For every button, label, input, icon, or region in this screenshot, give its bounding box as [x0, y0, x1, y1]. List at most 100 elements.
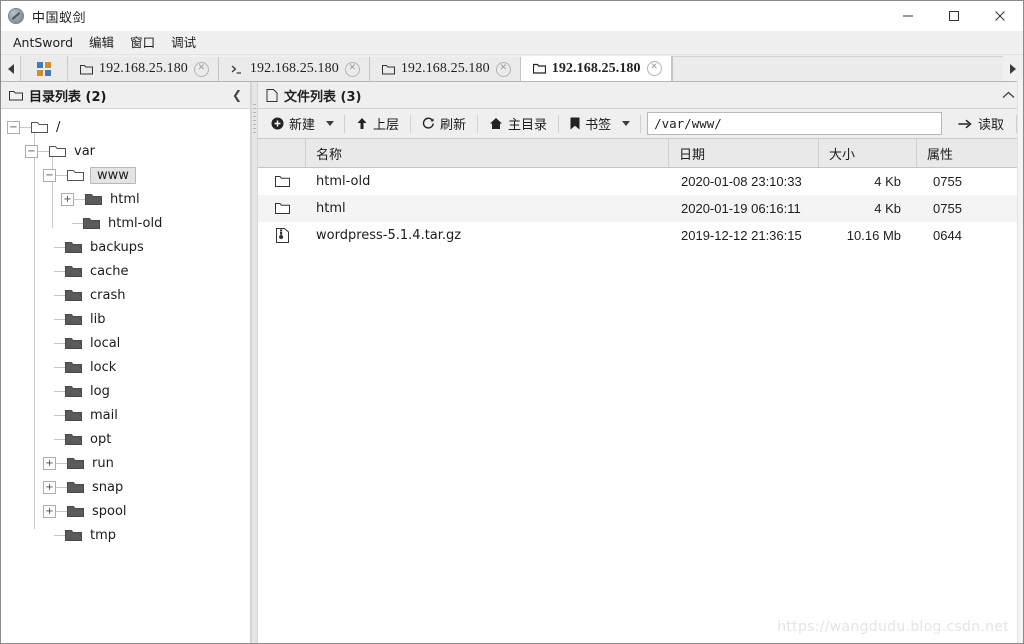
- tree-item-tmp[interactable]: tmp: [1, 523, 250, 547]
- row-type-icon: [258, 228, 306, 243]
- tab-3[interactable]: 192.168.25.180 ✕: [369, 57, 521, 81]
- tree-item-local[interactable]: local: [1, 331, 250, 355]
- tree-item-[interactable]: − /: [1, 115, 250, 139]
- tree-collapse-icon[interactable]: −: [25, 144, 38, 158]
- close-button[interactable]: [977, 1, 1023, 31]
- tab-3-label: 192.168.25.180: [400, 61, 490, 76]
- tree-item-lock[interactable]: lock: [1, 355, 250, 379]
- row-name[interactable]: html: [306, 201, 669, 216]
- menu-item-debug[interactable]: 调试: [163, 32, 204, 53]
- path-input[interactable]: /var/www/: [647, 112, 942, 135]
- path-input-value: /var/www/: [654, 116, 722, 131]
- tab-1[interactable]: 192.168.25.180 ✕: [68, 57, 219, 81]
- tab-2[interactable]: 192.168.25.180 ✕: [218, 57, 370, 81]
- column-header-icon[interactable]: [258, 139, 306, 167]
- tab-4-label: 192.168.25.180: [551, 60, 641, 76]
- tree-item-log[interactable]: log: [1, 379, 250, 403]
- tree-item-var[interactable]: − var: [1, 139, 250, 163]
- row-size: 4 Kb: [874, 201, 901, 216]
- file-panel-title: 文件列表 (3): [284, 89, 362, 105]
- folder-icon: [9, 90, 23, 100]
- tab-scroll-right-button[interactable]: [1003, 56, 1023, 81]
- tab-3-close-icon[interactable]: ✕: [495, 61, 511, 77]
- column-header-attr[interactable]: 属性: [917, 139, 1023, 167]
- table-row[interactable]: html-old 2020-01-08 23:10:33 4 Kb 0755: [258, 168, 1023, 195]
- tree-item-opt[interactable]: opt: [1, 427, 250, 451]
- tree-item-crash[interactable]: crash: [1, 283, 250, 307]
- tree-collapse-icon[interactable]: −: [43, 168, 56, 182]
- panel-splitter[interactable]: [251, 82, 258, 643]
- tree-item-snap[interactable]: + snap: [1, 475, 250, 499]
- new-button[interactable]: 新建: [262, 112, 324, 135]
- maximize-button[interactable]: [931, 1, 977, 31]
- tree-guide: [38, 150, 49, 152]
- file-table-header: 名称 日期 大小 属性: [258, 139, 1023, 168]
- bookmark-button[interactable]: 书签: [561, 112, 620, 135]
- tab-2-label: 192.168.25.180: [249, 61, 339, 76]
- tree-item-run[interactable]: + run: [1, 451, 250, 475]
- tree-item-lib[interactable]: lib: [1, 307, 250, 331]
- folder-icon: [49, 145, 66, 157]
- tree-expand-icon[interactable]: +: [43, 504, 56, 518]
- tree-guide: [54, 366, 65, 368]
- tab-1-close-icon[interactable]: ✕: [193, 61, 209, 77]
- tree-guide: [56, 462, 67, 464]
- row-date: 2019-12-12 21:36:15: [681, 228, 802, 243]
- tab-scroll-left-button[interactable]: [1, 56, 20, 81]
- minimize-button[interactable]: [885, 1, 931, 31]
- tab-4[interactable]: 192.168.25.180 ✕: [520, 56, 672, 81]
- menu-item-antsword[interactable]: AntSword: [5, 32, 81, 53]
- home-button[interactable]: 主目录: [480, 112, 556, 135]
- file-icon: [266, 88, 278, 102]
- folder-icon: [85, 193, 102, 205]
- up-button[interactable]: 上层: [347, 112, 408, 135]
- table-row[interactable]: html 2020-01-19 06:16:11 4 Kb 0755: [258, 195, 1023, 222]
- antsword-window: 中国蚁剑 AntSword 编辑 窗口 调试 192.168.25.180 ✕ …: [0, 0, 1024, 644]
- row-name[interactable]: html-old: [306, 174, 669, 189]
- tree-expand-icon[interactable]: +: [61, 192, 74, 206]
- tree-item-html[interactable]: + html: [1, 187, 250, 211]
- menu-item-window[interactable]: 窗口: [122, 32, 163, 53]
- tab-4-close-icon[interactable]: ✕: [646, 61, 662, 76]
- column-header-name[interactable]: 名称: [306, 139, 669, 167]
- menu-item-edit[interactable]: 编辑: [81, 32, 122, 53]
- main-body: 目录列表 (2) ❮ − / − var − www + html html-old backup…: [1, 79, 1023, 643]
- window-scrollbar[interactable]: [1017, 79, 1023, 643]
- tree-item-label: var: [74, 143, 96, 159]
- file-panel: 文件列表 (3) 新建 上层 刷新 主目录 书签 /var/www/ 读取 名称…: [258, 82, 1023, 643]
- toolbar-separator: [558, 114, 560, 133]
- bookmark-dropdown-caret-icon[interactable]: [622, 121, 631, 126]
- grid-apps-button[interactable]: [20, 56, 68, 81]
- title-bar: 中国蚁剑: [1, 1, 1023, 31]
- row-name[interactable]: wordpress-5.1.4.tar.gz: [306, 228, 669, 243]
- column-header-date[interactable]: 日期: [669, 139, 819, 167]
- file-table-body: html-old 2020-01-08 23:10:33 4 Kb 0755 html 2…: [258, 168, 1023, 643]
- folder-icon: [65, 265, 82, 277]
- row-date: 2020-01-19 06:16:11: [681, 201, 801, 216]
- new-button-label: 新建: [289, 118, 316, 133]
- table-row[interactable]: wordpress-5.1.4.tar.gz 2019-12-12 21:36:1…: [258, 222, 1023, 249]
- directory-panel-collapse-icon[interactable]: ❮: [232, 88, 242, 102]
- tree-item-html-old[interactable]: html-old: [1, 211, 250, 235]
- tree-item-mail[interactable]: mail: [1, 403, 250, 427]
- tree-expand-icon[interactable]: +: [43, 480, 56, 494]
- tab-2-close-icon[interactable]: ✕: [344, 61, 360, 77]
- tab-bar-filler: [671, 56, 1003, 81]
- tree-item-www[interactable]: − www: [1, 163, 250, 187]
- tree-item-spool[interactable]: + spool: [1, 499, 250, 523]
- tree-item-cache[interactable]: cache: [1, 259, 250, 283]
- tree-expand-icon[interactable]: +: [43, 456, 56, 470]
- tree-guide: [54, 438, 65, 440]
- directory-tree[interactable]: − / − var − www + html html-old backups cache crash…: [1, 109, 251, 643]
- tree-item-label: lib: [90, 311, 106, 327]
- tree-item-backups[interactable]: backups: [1, 235, 250, 259]
- read-button[interactable]: 读取: [948, 112, 1014, 135]
- tree-item-label: spool: [92, 503, 127, 519]
- column-header-size[interactable]: 大小: [819, 139, 917, 167]
- file-panel-collapse-icon[interactable]: [1002, 88, 1015, 102]
- tree-collapse-icon[interactable]: −: [7, 120, 20, 134]
- home-button-label: 主目录: [508, 118, 548, 133]
- refresh-button[interactable]: 刷新: [413, 112, 475, 135]
- new-dropdown-caret-icon[interactable]: [326, 121, 335, 126]
